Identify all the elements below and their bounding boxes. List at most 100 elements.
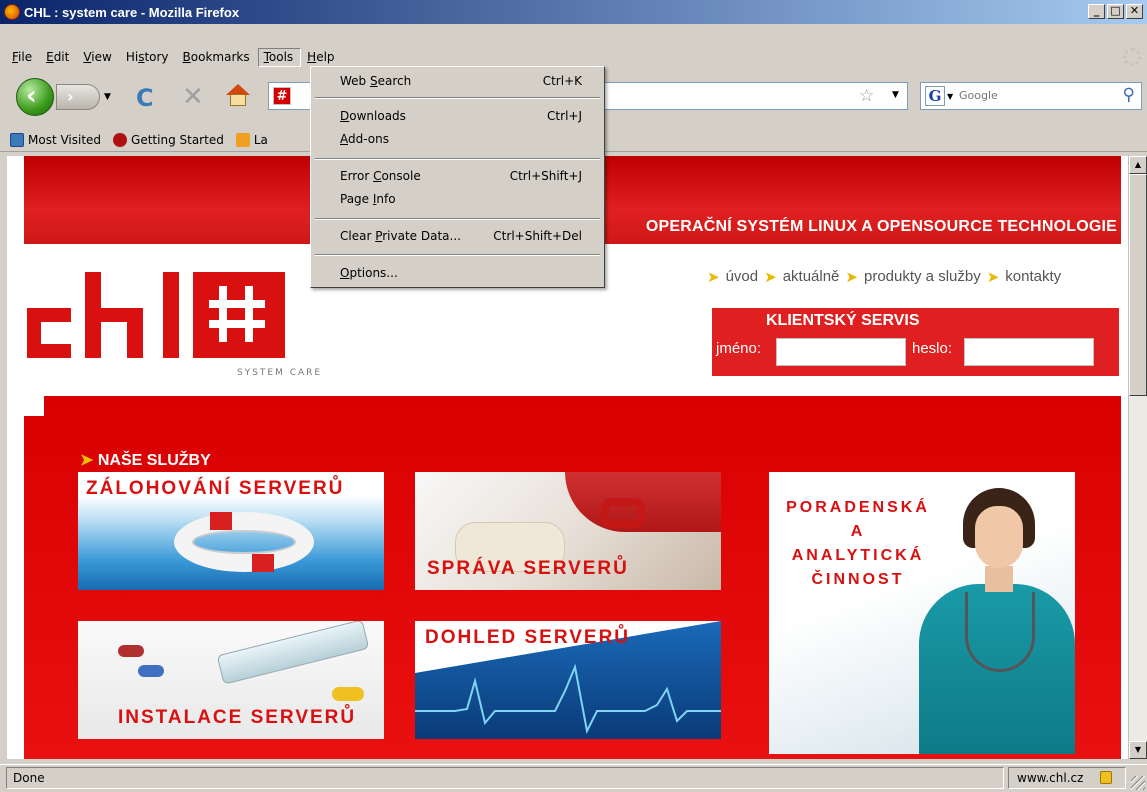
- menu-label-part: tory: [144, 49, 169, 64]
- scroll-thumb[interactable]: [1129, 174, 1147, 396]
- menu-edit[interactable]: Edit: [40, 48, 77, 67]
- menu-item-label: Clear Private Data...: [340, 229, 461, 243]
- nav-link-aktualne[interactable]: aktuálně: [783, 268, 840, 286]
- search-input[interactable]: Google: [959, 89, 998, 102]
- menu-accesskey: A: [340, 132, 348, 146]
- services-heading-text: NAŠE SLUŽBY: [97, 452, 211, 469]
- bookmark-star-icon[interactable]: ☆: [859, 86, 874, 106]
- logo-block: [27, 308, 71, 322]
- back-arrow-icon: ‹: [26, 81, 37, 111]
- menu-label-part: nfo: [376, 192, 396, 206]
- maximize-button[interactable]: □: [1107, 4, 1124, 19]
- menu-item-shortcut: Ctrl+Shift+J: [509, 169, 582, 183]
- menu-label-part: elp: [316, 49, 335, 64]
- home-button[interactable]: [226, 84, 250, 106]
- bookmark-label: Getting Started: [131, 132, 224, 147]
- menu-label-part: ptions...: [349, 266, 398, 280]
- bookmark-getting-started[interactable]: Getting Started: [113, 132, 224, 147]
- search-magnifier-icon[interactable]: ⚲: [1123, 85, 1135, 105]
- scroll-down-button[interactable]: ▼: [1129, 741, 1147, 759]
- window-title: CHL : system care - Mozilla Firefox: [24, 4, 240, 20]
- password-input[interactable]: [964, 338, 1094, 366]
- menu-file[interactable]: File: [6, 48, 40, 67]
- tools-menu-item-clear-private-data[interactable]: Clear Private Data... Ctrl+Shift+Del: [311, 225, 604, 247]
- menu-help[interactable]: Help: [301, 48, 342, 67]
- menu-bookmarks[interactable]: Bookmarks: [177, 48, 258, 67]
- firefox-icon: [4, 4, 20, 20]
- menu-accesskey: S: [369, 74, 378, 88]
- nav-arrow-icon: ➤: [707, 269, 720, 286]
- logo-block: [163, 272, 179, 358]
- doctor-neck: [985, 566, 1013, 592]
- menu-history[interactable]: History: [120, 48, 177, 67]
- tile-backup[interactable]: ZÁLOHOVÁNÍ SERVERŮ: [78, 472, 384, 590]
- consulting-line: PORADENSKÁ: [786, 499, 930, 516]
- name-input[interactable]: [776, 338, 906, 366]
- search-bar[interactable]: G ▼ Google ⚲: [920, 82, 1142, 110]
- vertical-scrollbar[interactable]: ▲ ▼: [1128, 156, 1147, 759]
- resize-grip[interactable]: [1131, 776, 1145, 790]
- stop-button[interactable]: ✕: [182, 82, 204, 112]
- reload-button[interactable]: C: [136, 84, 154, 112]
- tools-menu-item-add-ons[interactable]: Add-ons: [311, 128, 604, 150]
- section-notch: [24, 396, 44, 416]
- minimize-button[interactable]: _: [1088, 4, 1105, 19]
- bookmark-most-visited[interactable]: Most Visited: [10, 132, 101, 147]
- forward-button[interactable]: ›: [56, 84, 100, 110]
- tools-menu-item-options[interactable]: Options...: [311, 262, 604, 284]
- tools-menu-item-downloads[interactable]: Downloads Ctrl+J: [311, 105, 604, 127]
- rss-feed-icon: [235, 132, 250, 147]
- tools-menu-item-error-console[interactable]: Error Console Ctrl+Shift+J: [311, 165, 604, 187]
- menu-label-part: earch: [377, 74, 412, 88]
- history-dropdown-icon[interactable]: ▼: [104, 92, 111, 102]
- tile-consulting[interactable]: PORADENSKÁ A ANALYTICKÁ ČINNOST: [769, 472, 1075, 754]
- consulting-line: ANALYTICKÁ: [791, 547, 925, 564]
- tile-monitor[interactable]: DOHLED SERVERŮ: [415, 621, 721, 739]
- menu-view[interactable]: View: [77, 48, 119, 67]
- padlock-icon[interactable]: [1100, 771, 1112, 784]
- menu-item-shortcut: Ctrl+Shift+Del: [493, 229, 582, 243]
- chl-logo[interactable]: SYSTEM CARE: [23, 264, 343, 384]
- tile-admin-label: SPRÁVA SERVERŮ: [427, 558, 629, 579]
- menu-accesskey: B: [182, 49, 191, 64]
- logo-tagline: SYSTEM CARE: [237, 368, 323, 378]
- menu-tools[interactable]: Tools: [257, 47, 302, 67]
- logo-hash-bar: [209, 300, 265, 308]
- slogan: OPERAČNÍ SYSTÉM LINUX A OPENSOURCE TECHN…: [645, 218, 1117, 235]
- doctor-face: [975, 506, 1023, 568]
- bookmark-latest-headlines[interactable]: La: [235, 132, 268, 147]
- url-dropdown-icon[interactable]: ▼: [892, 90, 899, 100]
- client-service-login: KLIENTSKÝ SERVIS jméno: heslo:: [712, 308, 1119, 376]
- tools-menu-item-web-search[interactable]: Web Search Ctrl+K: [311, 70, 604, 92]
- heading-arrow-icon: ➤: [80, 452, 98, 469]
- tools-menu-item-page-info[interactable]: Page Info: [311, 188, 604, 210]
- tools-menu-dropdown: Web Search Ctrl+K Downloads Ctrl+J Add-ons Er…: [310, 66, 605, 288]
- site-favicon-icon[interactable]: #: [273, 87, 291, 105]
- nav-arrow-icon: ➤: [986, 269, 1000, 286]
- menu-accesskey: E: [46, 49, 54, 64]
- logo-block: [127, 308, 143, 358]
- engine-dropdown-icon[interactable]: ▼: [947, 92, 953, 101]
- tile-install[interactable]: INSTALACE SERVERŮ: [78, 621, 384, 739]
- name-label: jméno:: [716, 340, 762, 357]
- nav-link-produkty[interactable]: produkty a služby: [864, 268, 981, 286]
- back-button[interactable]: ‹: [16, 78, 54, 116]
- lifebuoy-stripe: [252, 554, 274, 572]
- menu-label-part: Error: [340, 169, 374, 183]
- menu-label-part: ookmarks: [190, 49, 250, 64]
- menu-label-part: onsole: [381, 169, 421, 183]
- syringe-image: [216, 621, 370, 685]
- menu-label-part: Hi: [125, 49, 139, 64]
- window-title-bar[interactable]: CHL : system care - Mozilla Firefox _ □ …: [0, 0, 1147, 24]
- scroll-up-button[interactable]: ▲: [1129, 156, 1147, 174]
- pill-image: [332, 687, 364, 701]
- menu-item-label: Web Search: [340, 74, 411, 88]
- google-engine-icon[interactable]: G: [925, 86, 945, 106]
- nav-link-kontakty[interactable]: kontakty: [1005, 268, 1061, 286]
- tile-admin[interactable]: SPRÁVA SERVERŮ: [415, 472, 721, 590]
- consulting-line: ČINNOST: [811, 571, 905, 588]
- nav-link-uvod[interactable]: úvod: [726, 268, 759, 286]
- close-button[interactable]: ✕: [1126, 4, 1143, 19]
- tile-consulting-label: PORADENSKÁ A ANALYTICKÁ ČINNOST: [783, 496, 933, 592]
- menu-label-part: Clear: [340, 229, 376, 243]
